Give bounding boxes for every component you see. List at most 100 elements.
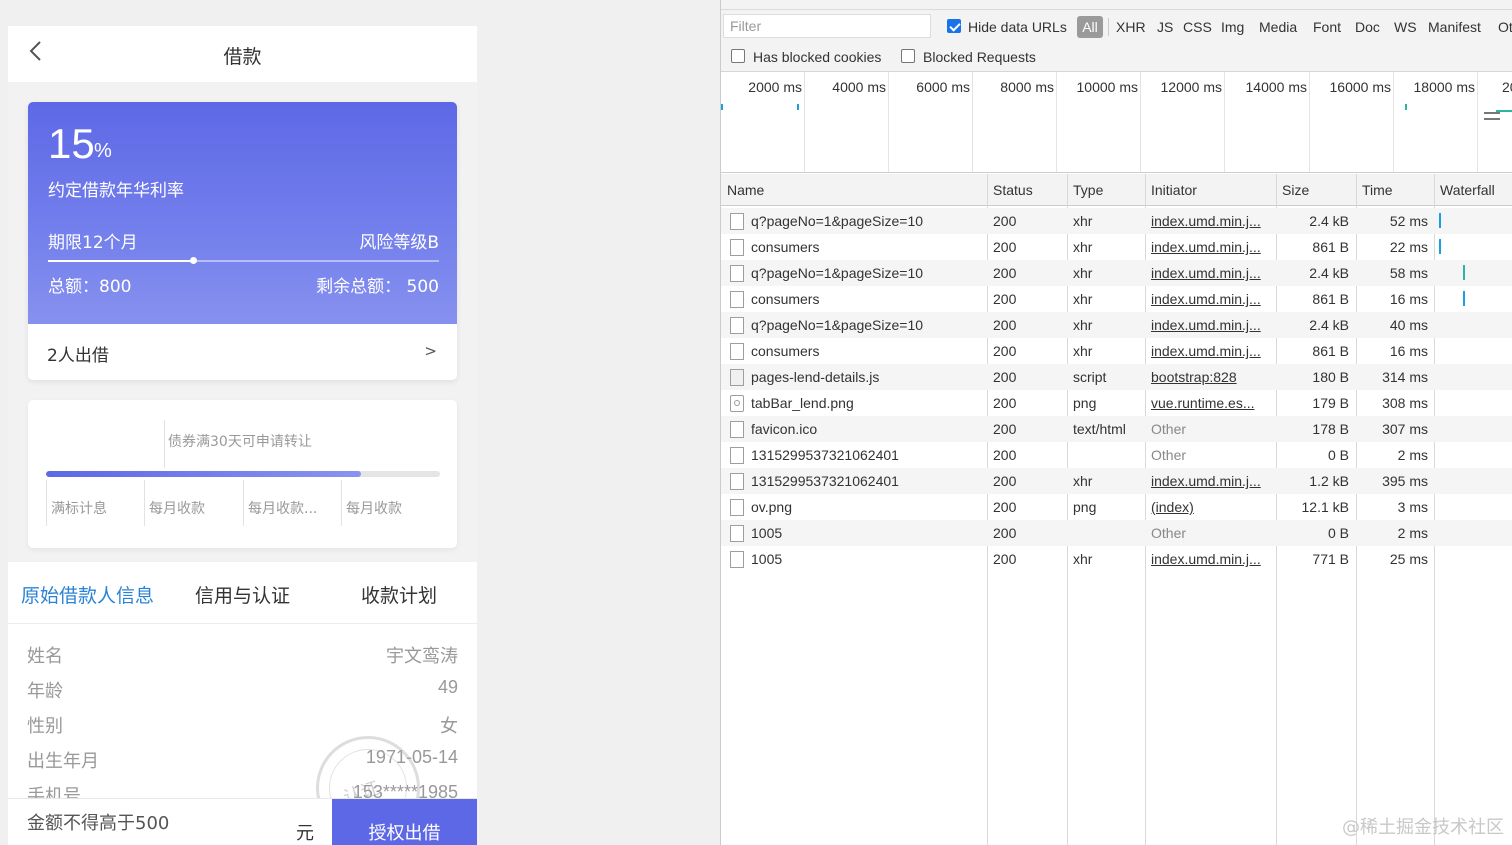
info-row: 姓名 宇文鸾涛	[8, 642, 477, 677]
request-initiator[interactable]: index.umd.min.j...	[1151, 265, 1271, 281]
chevron-right-icon: >	[424, 342, 437, 360]
type-filter-js[interactable]: JS	[1157, 19, 1173, 35]
type-filter-img[interactable]: Img	[1221, 19, 1244, 35]
request-name: pages-lend-details.js	[751, 369, 880, 385]
request-row[interactable]: consumers 200 xhr index.umd.min.j... 861 B 16…	[721, 286, 1512, 312]
request-size: 179 B	[1312, 395, 1349, 411]
request-row[interactable]: ov.png 200 png (index) 12.1 kB 3 ms	[721, 494, 1512, 520]
tab-repayment-plan[interactable]: 收款计划	[361, 581, 437, 608]
request-size: 180 B	[1312, 369, 1349, 385]
request-initiator[interactable]: bootstrap:828	[1151, 369, 1271, 385]
request-initiator[interactable]: index.umd.min.j...	[1151, 213, 1271, 229]
request-row[interactable]: q?pageNo=1&pageSize=10 200 xhr index.umd.mi…	[721, 260, 1512, 286]
rate-card: 15 % 约定借款年华利率 期限12个月 风险等级B 总额：800 剩余总额： …	[28, 102, 457, 380]
column-header-time[interactable]: Time	[1356, 174, 1434, 206]
info-label: 年龄	[27, 681, 63, 702]
request-status: 200	[993, 213, 1017, 229]
request-initiator[interactable]: index.umd.min.j...	[1151, 473, 1271, 489]
request-type: png	[1073, 499, 1097, 515]
column-header-size[interactable]: Size	[1276, 174, 1356, 206]
timeline-step-label: 每月收款...	[248, 501, 318, 517]
timeline-progress-fill	[46, 471, 362, 477]
request-initiator[interactable]: index.umd.min.j...	[1151, 551, 1271, 567]
type-filter-font[interactable]: Font	[1313, 19, 1341, 35]
request-status: 200	[993, 343, 1017, 359]
request-size: 0 B	[1327, 447, 1349, 463]
request-row[interactable]: tabBar_lend.png 200 png vue.runtime.es... 17…	[721, 390, 1512, 416]
overview-request-mark	[1405, 104, 1407, 110]
request-initiator[interactable]: (index)	[1151, 499, 1271, 515]
filter-bar: Hide data URLs All XHR JS CSS Img Media …	[721, 10, 1512, 44]
overview-tick-label: 200	[1502, 79, 1512, 95]
request-row[interactable]: q?pageNo=1&pageSize=10 200 xhr index.umd.mi…	[721, 312, 1512, 338]
type-filter-css[interactable]: CSS	[1183, 19, 1212, 35]
request-row[interactable]: 1315299537321062401 200 Other 0 B 2 ms	[721, 442, 1512, 468]
request-row[interactable]: q?pageNo=1&pageSize=10 200 xhr index.umd.mi…	[721, 208, 1512, 234]
type-filter-manifest[interactable]: Manifest	[1428, 19, 1481, 35]
request-status: 200	[993, 239, 1017, 255]
request-initiator[interactable]: vue.runtime.es...	[1151, 395, 1271, 411]
request-size: 0 B	[1327, 525, 1349, 541]
app-header: 借款	[8, 26, 477, 82]
type-filter-xhr[interactable]: XHR	[1116, 19, 1146, 35]
type-filter-doc[interactable]: Doc	[1355, 19, 1380, 35]
request-type: xhr	[1073, 265, 1093, 281]
request-initiator[interactable]: index.umd.min.j...	[1151, 343, 1271, 359]
type-filter-other[interactable]: Ot	[1498, 19, 1512, 35]
timeline-step: 满标计息	[46, 480, 144, 526]
request-name: consumers	[751, 343, 820, 359]
type-filter-media[interactable]: Media	[1259, 19, 1297, 35]
hide-data-urls-checkbox[interactable]	[947, 19, 961, 33]
request-row[interactable]: favicon.ico 200 text/html Other 178 B 307 ms	[721, 416, 1512, 442]
request-row[interactable]: 1315299537321062401 200 xhr index.umd.min.j…	[721, 468, 1512, 494]
request-status: 200	[993, 291, 1017, 307]
tab-borrower-info[interactable]: 原始借款人信息	[21, 581, 154, 608]
tab-credit-auth[interactable]: 信用与认证	[195, 581, 290, 608]
request-initiator[interactable]: index.umd.min.j...	[1151, 291, 1271, 307]
type-filter-all[interactable]: All	[1077, 16, 1103, 38]
column-header-type[interactable]: Type	[1067, 174, 1145, 206]
column-header-name[interactable]: Name	[721, 174, 987, 206]
rate-label: 约定借款年华利率	[48, 181, 184, 201]
column-header-initiator[interactable]: Initiator	[1145, 174, 1276, 206]
timeline-overview[interactable]: 2000 ms 4000 ms 6000 ms 8000 ms 10000 ms 1200…	[721, 72, 1512, 173]
info-label: 姓名	[27, 646, 63, 667]
total-amount: 总额：800	[48, 277, 132, 297]
overview-tick-label: 10000 ms	[1076, 79, 1138, 95]
type-filter-ws[interactable]: WS	[1394, 19, 1417, 35]
amount-unit: 元	[296, 823, 314, 844]
image-file-icon	[730, 395, 744, 412]
borrower-info: 姓名 宇文鸾涛 年龄 49 性别 女 出生年月 1971-05-14 手机号 1…	[8, 624, 477, 804]
request-name: tabBar_lend.png	[751, 395, 854, 411]
request-type: xhr	[1073, 343, 1093, 359]
watermark: @稀土掘金技术社区	[1342, 817, 1504, 838]
column-header-waterfall[interactable]: Waterfall	[1434, 174, 1512, 206]
overview-tick-label: 14000 ms	[1245, 79, 1307, 95]
rate-card-header: 15 % 约定借款年华利率 期限12个月 风险等级B 总额：800 剩余总额： …	[28, 102, 457, 324]
request-status: 200	[993, 317, 1017, 333]
request-initiator[interactable]: index.umd.min.j...	[1151, 239, 1271, 255]
authorize-lend-button[interactable]: 授权出借	[332, 799, 477, 845]
request-time: 40 ms	[1389, 317, 1428, 333]
request-name: q?pageNo=1&pageSize=10	[751, 317, 924, 333]
has-blocked-cookies-checkbox[interactable]	[731, 49, 745, 63]
devtools-toolbar	[721, 0, 1512, 10]
request-row[interactable]: consumers 200 xhr index.umd.min.j... 861 B 16…	[721, 338, 1512, 364]
request-type: xhr	[1073, 473, 1093, 489]
amount-input[interactable]	[27, 807, 297, 839]
request-row[interactable]: 1005 200 xhr index.umd.min.j... 771 B 25 ms	[721, 546, 1512, 572]
request-row[interactable]: pages-lend-details.js 200 script bootstrap:…	[721, 364, 1512, 390]
request-initiator[interactable]: index.umd.min.j...	[1151, 317, 1271, 333]
request-status: 200	[993, 395, 1017, 411]
request-size: 861 B	[1312, 239, 1349, 255]
request-size: 861 B	[1312, 291, 1349, 307]
request-row[interactable]: 1005 200 Other 0 B 2 ms	[721, 520, 1512, 546]
blocked-requests-checkbox[interactable]	[901, 49, 915, 63]
filter-input[interactable]	[723, 14, 931, 38]
column-header-status[interactable]: Status	[987, 174, 1067, 206]
overview-tick-line	[1309, 72, 1310, 172]
document-file-icon	[730, 525, 744, 542]
request-row[interactable]: consumers 200 xhr index.umd.min.j... 861 B 22…	[721, 234, 1512, 260]
request-status: 200	[993, 447, 1017, 463]
lenders-row[interactable]: 2人出借 >	[28, 324, 457, 380]
